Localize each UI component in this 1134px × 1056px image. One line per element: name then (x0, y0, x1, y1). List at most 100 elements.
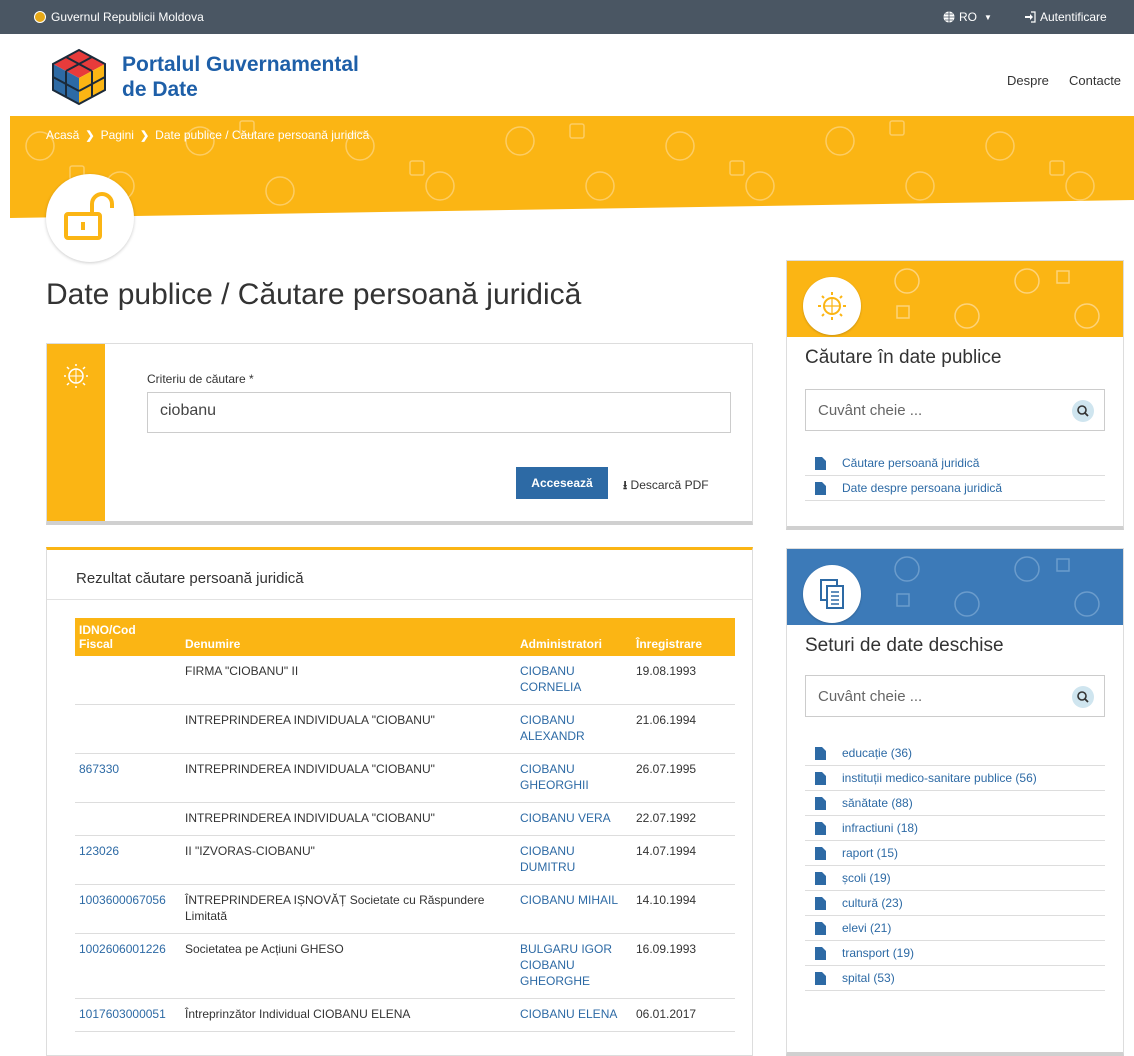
cell-name: Societatea pe Acțiuni GHESO (181, 933, 516, 999)
cell-admin[interactable]: CIOBANU GHEORGHII (516, 753, 632, 803)
cell-date: 16.09.1993 (632, 933, 735, 999)
breadcrumb-home[interactable]: Acasă (46, 128, 79, 142)
cell-admin[interactable]: CIOBANU VERA (516, 802, 632, 836)
access-button[interactable]: Accesează (516, 467, 608, 499)
documents-icon (820, 579, 844, 609)
table-row: 1017603000051 Întreprinzător Individual … (75, 998, 735, 1032)
download-pdf-label: Descarcă PDF (630, 478, 709, 492)
cell-idno[interactable] (75, 704, 181, 754)
cell-idno[interactable] (75, 802, 181, 836)
list-item-label: elevi (21) (842, 921, 892, 935)
col-header-idno[interactable]: IDNO/Cod Fiscal (75, 618, 181, 656)
cell-date: 22.07.1992 (632, 802, 735, 836)
table-row: 1003600067056 ÎNTREPRINDEREA IȘNOVĂȚ Soc… (75, 884, 735, 934)
keyword-search-input[interactable]: Cuvânt cheie ... (805, 389, 1105, 431)
col-header-registered[interactable]: Înregistrare (632, 618, 735, 656)
keyword-placeholder: Cuvânt cheie ... (818, 402, 923, 419)
list-item[interactable]: școli (19) (805, 866, 1105, 891)
cell-admin[interactable]: CIOBANU ELENA (516, 998, 632, 1032)
language-selector[interactable]: RO ▼ (943, 10, 992, 24)
dataset-links: educație (36) instituții medico-sanitare… (805, 741, 1105, 991)
cell-name: II "IZVORAS-CIOBANU" (181, 835, 516, 885)
government-link[interactable]: Guvernul Republicii Moldova (34, 10, 204, 24)
unlock-icon (64, 192, 114, 240)
cell-admin[interactable]: CIOBANU DUMITRU (516, 835, 632, 885)
file-icon (815, 456, 826, 470)
download-pdf-link[interactable]: ⭳ Descarcă PDF (623, 476, 709, 497)
login-link[interactable]: Autentificare (1024, 10, 1107, 24)
list-item[interactable]: Căutare persoană juridică (805, 451, 1105, 476)
cell-date: 06.01.2017 (632, 998, 735, 1032)
results-table: IDNO/Cod Fiscal Denumire Administratori Î… (75, 618, 735, 1032)
list-item[interactable]: educație (36) (805, 741, 1105, 766)
list-item[interactable]: spital (53) (805, 966, 1105, 991)
public-data-search-panel: Căutare în date publice Cuvânt cheie ...… (786, 260, 1124, 530)
file-icon (815, 796, 826, 810)
col-header-name[interactable]: Denumire (181, 618, 516, 656)
page-icon-circle (46, 174, 134, 262)
list-item[interactable]: cultură (23) (805, 891, 1105, 916)
list-item-label: școli (19) (842, 871, 891, 885)
panel-icon-circle (803, 565, 861, 623)
cell-date: 14.07.1994 (632, 835, 735, 885)
cell-date: 26.07.1995 (632, 753, 735, 803)
cell-admin[interactable]: CIOBANU MIHAIL (516, 884, 632, 934)
cell-admin[interactable]: CIOBANU CORNELIA (516, 656, 632, 705)
list-item[interactable]: sănătate (88) (805, 791, 1105, 816)
table-row: 123026 II "IZVORAS-CIOBANU" CIOBANU DUMI… (75, 835, 735, 885)
list-item[interactable]: infractiuni (18) (805, 816, 1105, 841)
portal-logo-icon[interactable] (50, 48, 108, 106)
login-label: Autentificare (1040, 10, 1107, 24)
download-icon: ⭳ (623, 478, 628, 492)
file-icon (815, 896, 826, 910)
list-item[interactable]: transport (19) (805, 941, 1105, 966)
cell-idno[interactable]: 123026 (75, 835, 181, 885)
cell-name: ÎNTREPRINDEREA IȘNOVĂȚ Societate cu Răsp… (181, 884, 516, 934)
top-bar: Guvernul Republicii Moldova RO ▼ Autenti… (0, 0, 1134, 34)
file-icon (815, 821, 826, 835)
list-item[interactable]: raport (15) (805, 841, 1105, 866)
list-item-label: educație (36) (842, 746, 913, 760)
table-row: 867330 INTREPRINDEREA INDIVIDUALA "CIOBA… (75, 753, 735, 803)
cell-idno[interactable]: 1002606001226 (75, 933, 181, 999)
cell-idno[interactable]: 1003600067056 (75, 884, 181, 934)
search-button[interactable] (1072, 686, 1094, 708)
cell-name: INTREPRINDEREA INDIVIDUALA "CIOBANU" (181, 802, 516, 836)
search-icon (1077, 405, 1089, 417)
open-datasets-panel: Seturi de date deschise Cuvânt cheie ...… (786, 548, 1124, 1056)
search-button[interactable] (1072, 400, 1094, 422)
search-criteria-input[interactable]: ciobanu (147, 392, 731, 433)
file-icon (815, 921, 826, 935)
list-item[interactable]: elevi (21) (805, 916, 1105, 941)
cell-date: 14.10.1994 (632, 884, 735, 934)
moldova-emblem-icon (34, 11, 46, 23)
file-icon (815, 971, 826, 985)
list-item-label: sănătate (88) (842, 796, 913, 810)
list-item-label: transport (19) (842, 946, 915, 960)
portal-brand[interactable]: Portalul Guvernamental de Date (122, 52, 359, 102)
cell-name: INTREPRINDEREA INDIVIDUALA "CIOBANU" (181, 704, 516, 754)
nav-about[interactable]: Despre (1007, 73, 1049, 88)
nav-contacts[interactable]: Contacte (1069, 73, 1121, 88)
public-search-title: Căutare în date publice (805, 347, 1002, 368)
list-item-label: instituții medico-sanitare publice (56) (842, 771, 1037, 785)
dataset-search-input[interactable]: Cuvânt cheie ... (805, 675, 1105, 717)
search-criteria-label: Criteriu de căutare * (147, 372, 254, 386)
list-item[interactable]: Date despre persoana juridică (805, 476, 1105, 501)
data-globe-icon (64, 364, 88, 388)
list-item[interactable]: instituții medico-sanitare publice (56) (805, 766, 1105, 791)
breadcrumb-pages[interactable]: Pagini (101, 128, 134, 142)
cell-admin[interactable]: BULGARU IGOR CIOBANU GHEORGHE (516, 933, 632, 999)
breadcrumb: Acasă ❯ Pagini ❯ Date publice / Căutare … (46, 128, 369, 142)
search-icon (1077, 691, 1089, 703)
cell-idno[interactable]: 1017603000051 (75, 998, 181, 1032)
col-header-admins[interactable]: Administratori (516, 618, 632, 656)
brand-line-2: de Date (122, 78, 198, 101)
table-row: 1002606001226 Societatea pe Acțiuni GHES… (75, 933, 735, 999)
language-label: RO (959, 10, 977, 24)
file-icon (815, 846, 826, 860)
list-item-label: raport (15) (842, 846, 899, 860)
cell-idno[interactable] (75, 656, 181, 705)
cell-idno[interactable]: 867330 (75, 753, 181, 803)
cell-admin[interactable]: CIOBANU ALEXANDR (516, 704, 632, 754)
